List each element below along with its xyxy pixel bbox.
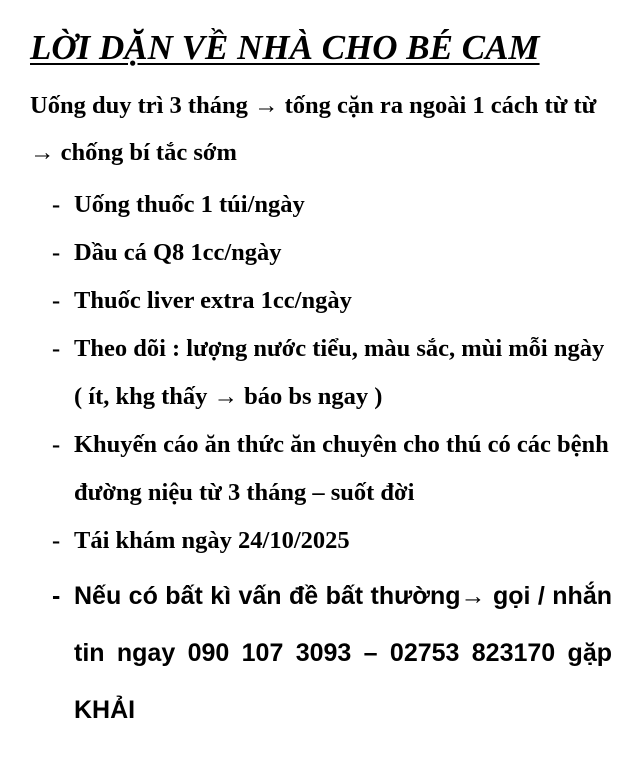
list-item-follow-up: - Tái khám ngày 24/10/2025 (52, 517, 612, 565)
list-item-medicine: - Uống thuốc 1 túi/ngày (52, 181, 612, 229)
bullet-dash: - (52, 527, 61, 554)
list-item-text: Tái khám ngày 24/10/2025 (74, 527, 350, 554)
document-page: LỜI DẶN VỀ NHÀ CHO BÉ CAM Uống duy trì 3… (0, 0, 635, 778)
list-item-monitoring: - Theo dõi : lượng nước tiểu, màu sắc, m… (52, 325, 612, 421)
intro-paragraph: Uống duy trì 3 tháng → tống cặn ra ngoài… (30, 92, 597, 166)
list-item-diet: - Khuyến cáo ăn thức ăn chuyên cho thú c… (52, 421, 612, 517)
bullet-dash: - (52, 431, 61, 458)
bullet-dash: - (52, 582, 61, 610)
bullet-dash: - (52, 239, 61, 266)
list-item-text: Khuyến cáo ăn thức ăn chuyên cho thú có … (74, 431, 609, 506)
list-item-text: Uống thuốc 1 túi/ngày (74, 191, 305, 218)
bullet-dash: - (52, 191, 61, 218)
list-item-text: Dầu cá Q8 1cc/ngày (74, 239, 282, 266)
list-item-text: Nếu có bất kì vấn đề bất thường→ gọi / n… (74, 582, 612, 724)
list-item-text: Thuốc liver extra 1cc/ngày (74, 287, 352, 314)
instruction-list: - Uống thuốc 1 túi/ngày - Dầu cá Q8 1cc/… (52, 181, 612, 739)
page-title: LỜI DẶN VỀ NHÀ CHO BÉ CAM (30, 28, 540, 67)
list-item-contact: - Nếu có bất kì vấn đề bất thường→ gọi /… (52, 568, 612, 739)
list-item-liver-extra: - Thuốc liver extra 1cc/ngày (52, 277, 612, 325)
list-item-text: Theo dõi : lượng nước tiểu, màu sắc, mùi… (74, 335, 605, 410)
bullet-dash: - (52, 287, 61, 314)
bullet-dash: - (52, 335, 61, 362)
list-item-fish-oil: - Dầu cá Q8 1cc/ngày (52, 229, 612, 277)
